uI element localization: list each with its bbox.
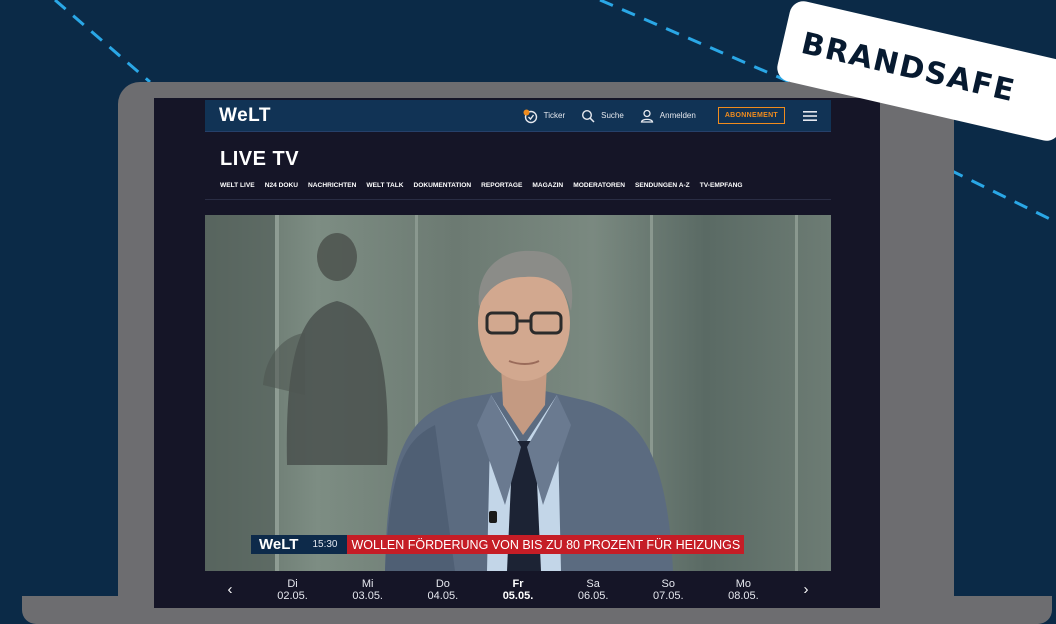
login-label: Anmelden [659, 111, 696, 120]
news-ticker: WOLLEN FÖRDERUNG VON BIS ZU 80 PROZENT F… [347, 535, 745, 554]
ticker-label: Ticker [543, 111, 566, 120]
day-item[interactable]: So 07.05. [653, 578, 684, 602]
hamburger-menu-icon[interactable] [803, 110, 817, 122]
ticker-icon [523, 109, 537, 123]
day-item[interactable]: Do 04.05. [428, 578, 459, 602]
nav-item-dokumentation[interactable]: DOKUMENTATION [414, 182, 472, 189]
day-list: Di 02.05. Mi 03.05. Do 04.05. Fr 05.05. … [255, 578, 781, 602]
page-title: LIVE TV [220, 148, 300, 170]
subscribe-button[interactable]: ABONNEMENT [717, 107, 785, 124]
lower-third-brand: WeLT 15:30 [251, 535, 348, 554]
ticker-link[interactable]: Ticker [522, 108, 565, 124]
nav-item-sendungen-a-z[interactable]: SENDUNGEN A-Z [635, 182, 690, 189]
chevron-left-icon[interactable]: ‹ [205, 581, 255, 598]
live-tv-nav: WELT LIVE N24 DOKU NACHRICHTEN WELT TALK… [220, 182, 743, 189]
lower-third: WeLT 15:30 WOLLEN FÖRDERUNG VON BIS ZU 8… [251, 535, 745, 554]
login-link[interactable]: Anmelden [640, 109, 696, 123]
lower-third-time: 15:30 [312, 539, 338, 550]
search-icon [582, 109, 595, 123]
chevron-right-icon[interactable]: › [781, 581, 831, 598]
live-video-player[interactable]: WeLT 15:30 WOLLEN FÖRDERUNG VON BIS ZU 8… [205, 215, 831, 571]
nav-item-magazin[interactable]: MAGAZIN [532, 182, 563, 189]
site-header: WeLT Ticker Suche Anmelden ABONNEMENT [205, 100, 831, 132]
day-item[interactable]: Mo 08.05. [728, 578, 759, 602]
nav-item-welt-live[interactable]: WELT LIVE [220, 182, 255, 189]
laptop-screen: WeLT Ticker Suche Anmelden ABONNEMENT LI… [154, 98, 880, 608]
nav-item-n24-doku[interactable]: N24 DOKU [265, 182, 298, 189]
day-item-active[interactable]: Fr 05.05. [503, 578, 534, 602]
welt-logo[interactable]: WeLT [219, 105, 271, 127]
video-frame [205, 215, 798, 571]
nav-item-tv-empfang[interactable]: TV-EMPFANG [700, 182, 743, 189]
nav-item-moderatoren[interactable]: MODERATOREN [573, 182, 625, 189]
day-navigation: ‹ Di 02.05. Mi 03.05. Do 04.05. Fr 05.05… [205, 571, 831, 608]
nav-item-reportage[interactable]: REPORTAGE [481, 182, 522, 189]
search-label: Suche [601, 111, 624, 120]
search-link[interactable]: Suche [581, 109, 624, 123]
day-item[interactable]: Mi 03.05. [352, 578, 383, 602]
nav-item-nachrichten[interactable]: NACHRICHTEN [308, 182, 356, 189]
day-item[interactable]: Di 02.05. [277, 578, 308, 602]
user-icon [640, 109, 654, 123]
day-item[interactable]: Sa 06.05. [578, 578, 609, 602]
nav-divider [205, 199, 831, 200]
nav-item-welt-talk[interactable]: WELT TALK [366, 182, 403, 189]
lower-third-logo: WeLT [259, 536, 299, 553]
